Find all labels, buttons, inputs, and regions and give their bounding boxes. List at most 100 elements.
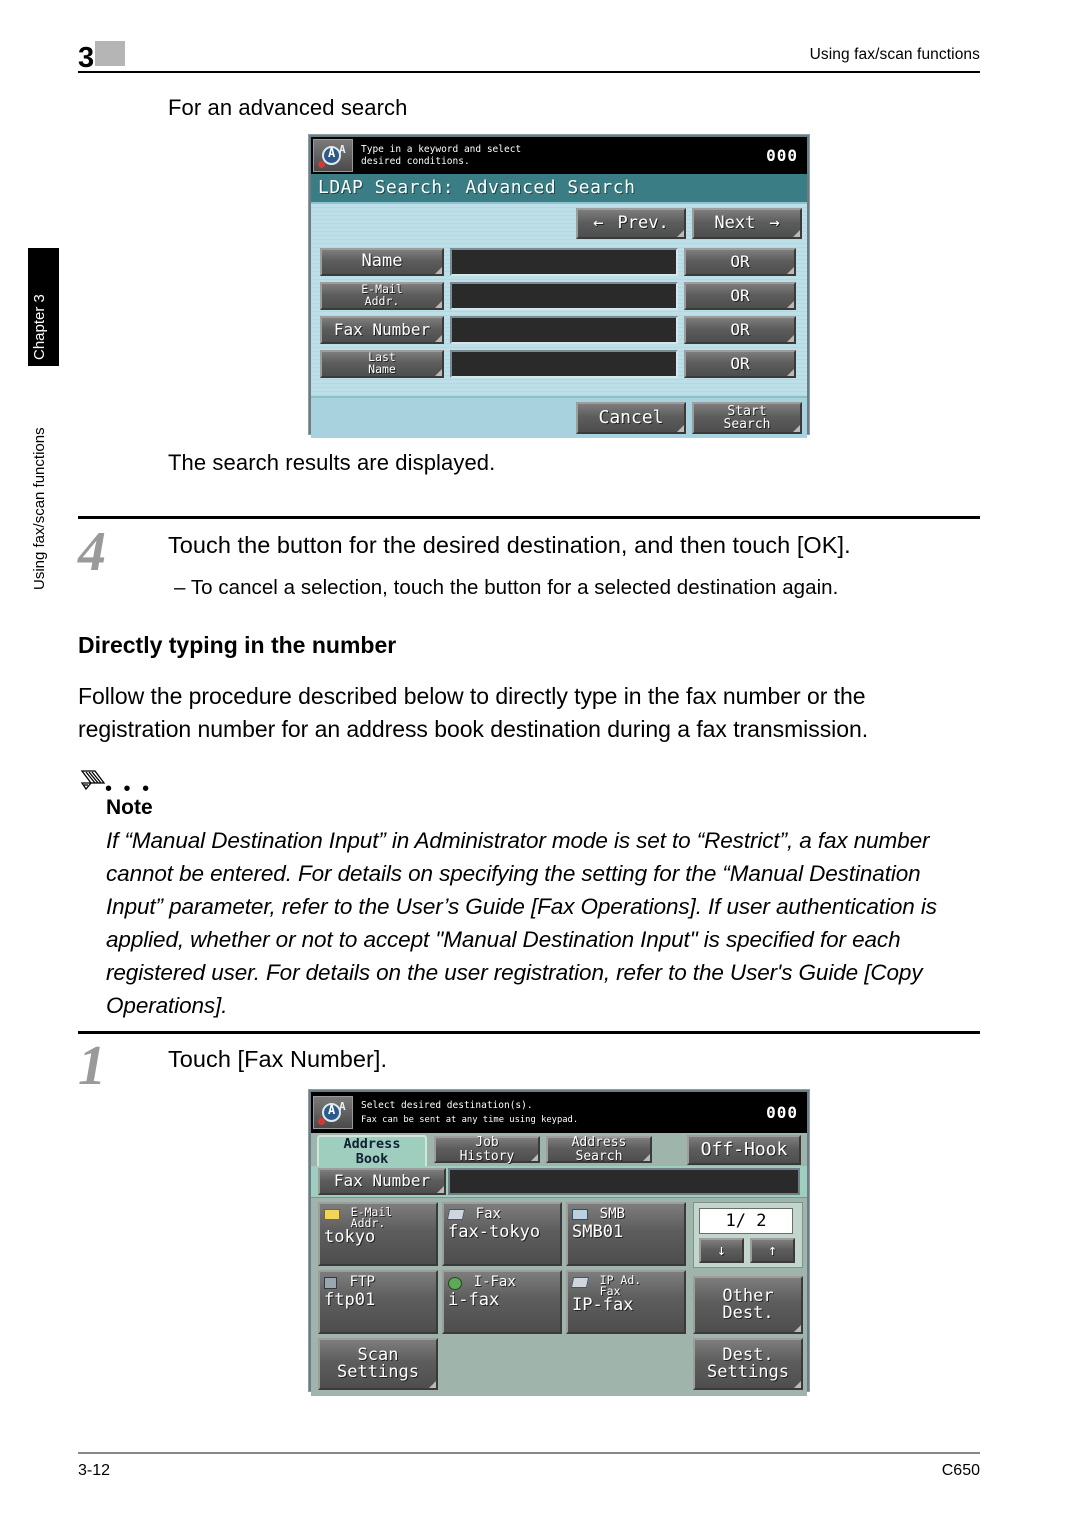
panel2-fax-number-row: Fax Number xyxy=(311,1166,807,1198)
search-results-line: The search results are displayed. xyxy=(168,450,496,475)
prev-button-label: Prev. xyxy=(617,212,669,233)
panel2-tab-row: Address Book Job History Address Search … xyxy=(311,1133,807,1166)
destination-type-ipfax: IP Ad. Fax xyxy=(599,1273,642,1298)
fax-icon xyxy=(446,1209,466,1220)
start-search-button-label: Start Search xyxy=(723,403,771,432)
operator-last-name[interactable]: OR xyxy=(684,350,796,378)
field-label-last-name[interactable]: Last Name xyxy=(320,350,444,378)
destination-type-email: E-Mail Addr. xyxy=(350,1205,393,1230)
destination-button-smb[interactable]: SMB SMB01 xyxy=(566,1202,686,1266)
tab-address-book-label: Address Book xyxy=(343,1136,401,1167)
destination-type-ftp: FTP xyxy=(349,1274,375,1290)
server-icon xyxy=(324,1277,337,1289)
page-navigator: 1/ 2 ↓ ↑ xyxy=(693,1202,803,1268)
destination-type-ifax: I-Fax xyxy=(473,1274,516,1290)
step-4-number: 4 xyxy=(78,521,106,583)
panel1-status-bar: A Type in a keyword and select desired c… xyxy=(311,137,807,174)
dest-settings-button[interactable]: Dest. Settings xyxy=(693,1338,803,1390)
page-number: 3-12 xyxy=(78,1462,111,1479)
cancel-button[interactable]: Cancel xyxy=(576,402,686,434)
section-side-label-text: Using fax/scan functions xyxy=(31,427,48,590)
step-1-title: Touch [Fax Number]. xyxy=(168,1046,388,1072)
name-input[interactable] xyxy=(450,248,678,276)
panel1-counter: 000 xyxy=(766,146,798,165)
running-head: Using fax/scan functions xyxy=(809,46,980,63)
chapter-number: 3 xyxy=(78,42,95,74)
panel2-status-line2: Fax can be sent at any time using keypad… xyxy=(361,1114,579,1125)
fax-number-display[interactable] xyxy=(448,1168,800,1195)
model-name: C650 xyxy=(941,1462,980,1479)
tab-address-search[interactable]: Address Search xyxy=(546,1136,652,1163)
scan-mode-icon-2: A xyxy=(313,1096,353,1129)
field-label-email-text: E-Mail Addr. xyxy=(361,282,403,308)
operator-fax-number-label: OR xyxy=(730,319,750,339)
destination-button-ipfax[interactable]: IP Ad. Fax IP-fax xyxy=(566,1270,686,1334)
destination-name-ipfax: IP-fax xyxy=(572,1295,634,1315)
panel1-action-bar: Cancel Start Search xyxy=(311,396,807,438)
next-button-label: Next xyxy=(714,212,756,233)
operator-email[interactable]: OR xyxy=(684,282,796,310)
advanced-search-subhead: For an advanced search xyxy=(168,95,408,120)
note-title: Note xyxy=(106,796,153,819)
destination-name-fax: fax-tokyo xyxy=(448,1222,541,1243)
panel1-body: ← Prev. Next → Name OR E-Mail Addr. OR F… xyxy=(311,204,807,396)
fax-number-button-label: Fax Number xyxy=(333,1171,431,1191)
field-label-email[interactable]: E-Mail Addr. xyxy=(320,282,444,310)
tab-job-history[interactable]: Job History xyxy=(434,1136,540,1163)
destination-button-ftp[interactable]: FTP ftp01 xyxy=(318,1270,438,1334)
off-hook-button[interactable]: Off-Hook xyxy=(687,1135,801,1165)
step-4-bullet: – To cancel a selection, touch the butto… xyxy=(174,576,839,599)
dest-settings-button-label: Dest. Settings xyxy=(707,1344,789,1382)
panel2-counter: 000 xyxy=(766,1103,798,1122)
field-label-name[interactable]: Name xyxy=(320,248,444,276)
tab-job-history-label: Job History xyxy=(459,1135,515,1164)
step4-divider xyxy=(78,516,980,519)
tab-address-book[interactable]: Address Book xyxy=(317,1135,427,1166)
destination-button-email[interactable]: E-Mail Addr. tokyo xyxy=(318,1202,438,1266)
operator-name[interactable]: OR xyxy=(684,248,796,276)
operator-name-label: OR xyxy=(730,251,750,271)
next-button[interactable]: Next → xyxy=(692,208,802,239)
operator-fax-number[interactable]: OR xyxy=(684,316,796,344)
last-name-input[interactable] xyxy=(450,350,678,378)
globe-icon xyxy=(448,1277,462,1290)
destination-type-smb: SMB xyxy=(599,1206,625,1222)
chapter-side-tab-label: Chapter 3 xyxy=(31,294,48,360)
panel1-status-line1: Type in a keyword and select xyxy=(361,143,522,155)
start-search-button[interactable]: Start Search xyxy=(692,402,802,434)
section-side-label: Using fax/scan functions xyxy=(29,378,53,594)
tab-address-search-label: Address Search xyxy=(571,1135,627,1164)
arrow-left-icon: ← xyxy=(593,212,604,233)
email-input[interactable] xyxy=(450,282,678,310)
arrow-up-icon: ↑ xyxy=(767,1240,778,1259)
panel1-status-line2: desired conditions. xyxy=(361,155,470,167)
fax-number-button[interactable]: Fax Number xyxy=(318,1168,446,1195)
panel1-title: LDAP Search: Advanced Search xyxy=(311,174,807,204)
destination-name-ftp: ftp01 xyxy=(324,1290,376,1311)
other-dest-button[interactable]: Other Dest. xyxy=(693,1276,803,1334)
fax-number-input[interactable] xyxy=(450,316,678,344)
destination-name-email: tokyo xyxy=(324,1227,376,1247)
scroll-up-button[interactable]: ↑ xyxy=(750,1238,795,1263)
field-label-fax-number[interactable]: Fax Number xyxy=(320,316,444,344)
field-label-name-text: Name xyxy=(361,251,403,272)
panel2-body: E-Mail Addr. tokyo Fax fax-tokyo SMB SMB… xyxy=(311,1198,807,1396)
destination-button-ifax[interactable]: I-Fax i-fax xyxy=(442,1270,562,1334)
envelope-icon xyxy=(324,1209,340,1220)
destination-name-ifax: i-fax xyxy=(448,1290,500,1311)
ldap-advanced-search-panel: A Type in a keyword and select desired c… xyxy=(309,135,809,438)
other-dest-button-label: Other Dest. xyxy=(722,1285,774,1323)
prev-button[interactable]: ← Prev. xyxy=(576,208,686,239)
destination-button-fax[interactable]: Fax fax-tokyo xyxy=(442,1202,562,1266)
operator-last-name-label: OR xyxy=(730,353,750,373)
section-heading: Directly typing in the number xyxy=(78,632,397,658)
panel1-status-text: Type in a keyword and select desired con… xyxy=(357,144,766,168)
cancel-button-label: Cancel xyxy=(598,406,664,428)
monitor-icon xyxy=(572,1209,588,1220)
scroll-down-button[interactable]: ↓ xyxy=(699,1238,744,1263)
field-label-fax-number-text: Fax Number xyxy=(333,319,431,339)
scan-settings-button[interactable]: Scan Settings xyxy=(318,1338,438,1390)
address-book-panel: A Select desired destination(s). Fax can… xyxy=(309,1090,809,1396)
step-4-title: Touch the button for the desired destina… xyxy=(168,532,851,558)
panel2-status-text: Select desired destination(s). Fax can b… xyxy=(357,1098,766,1128)
